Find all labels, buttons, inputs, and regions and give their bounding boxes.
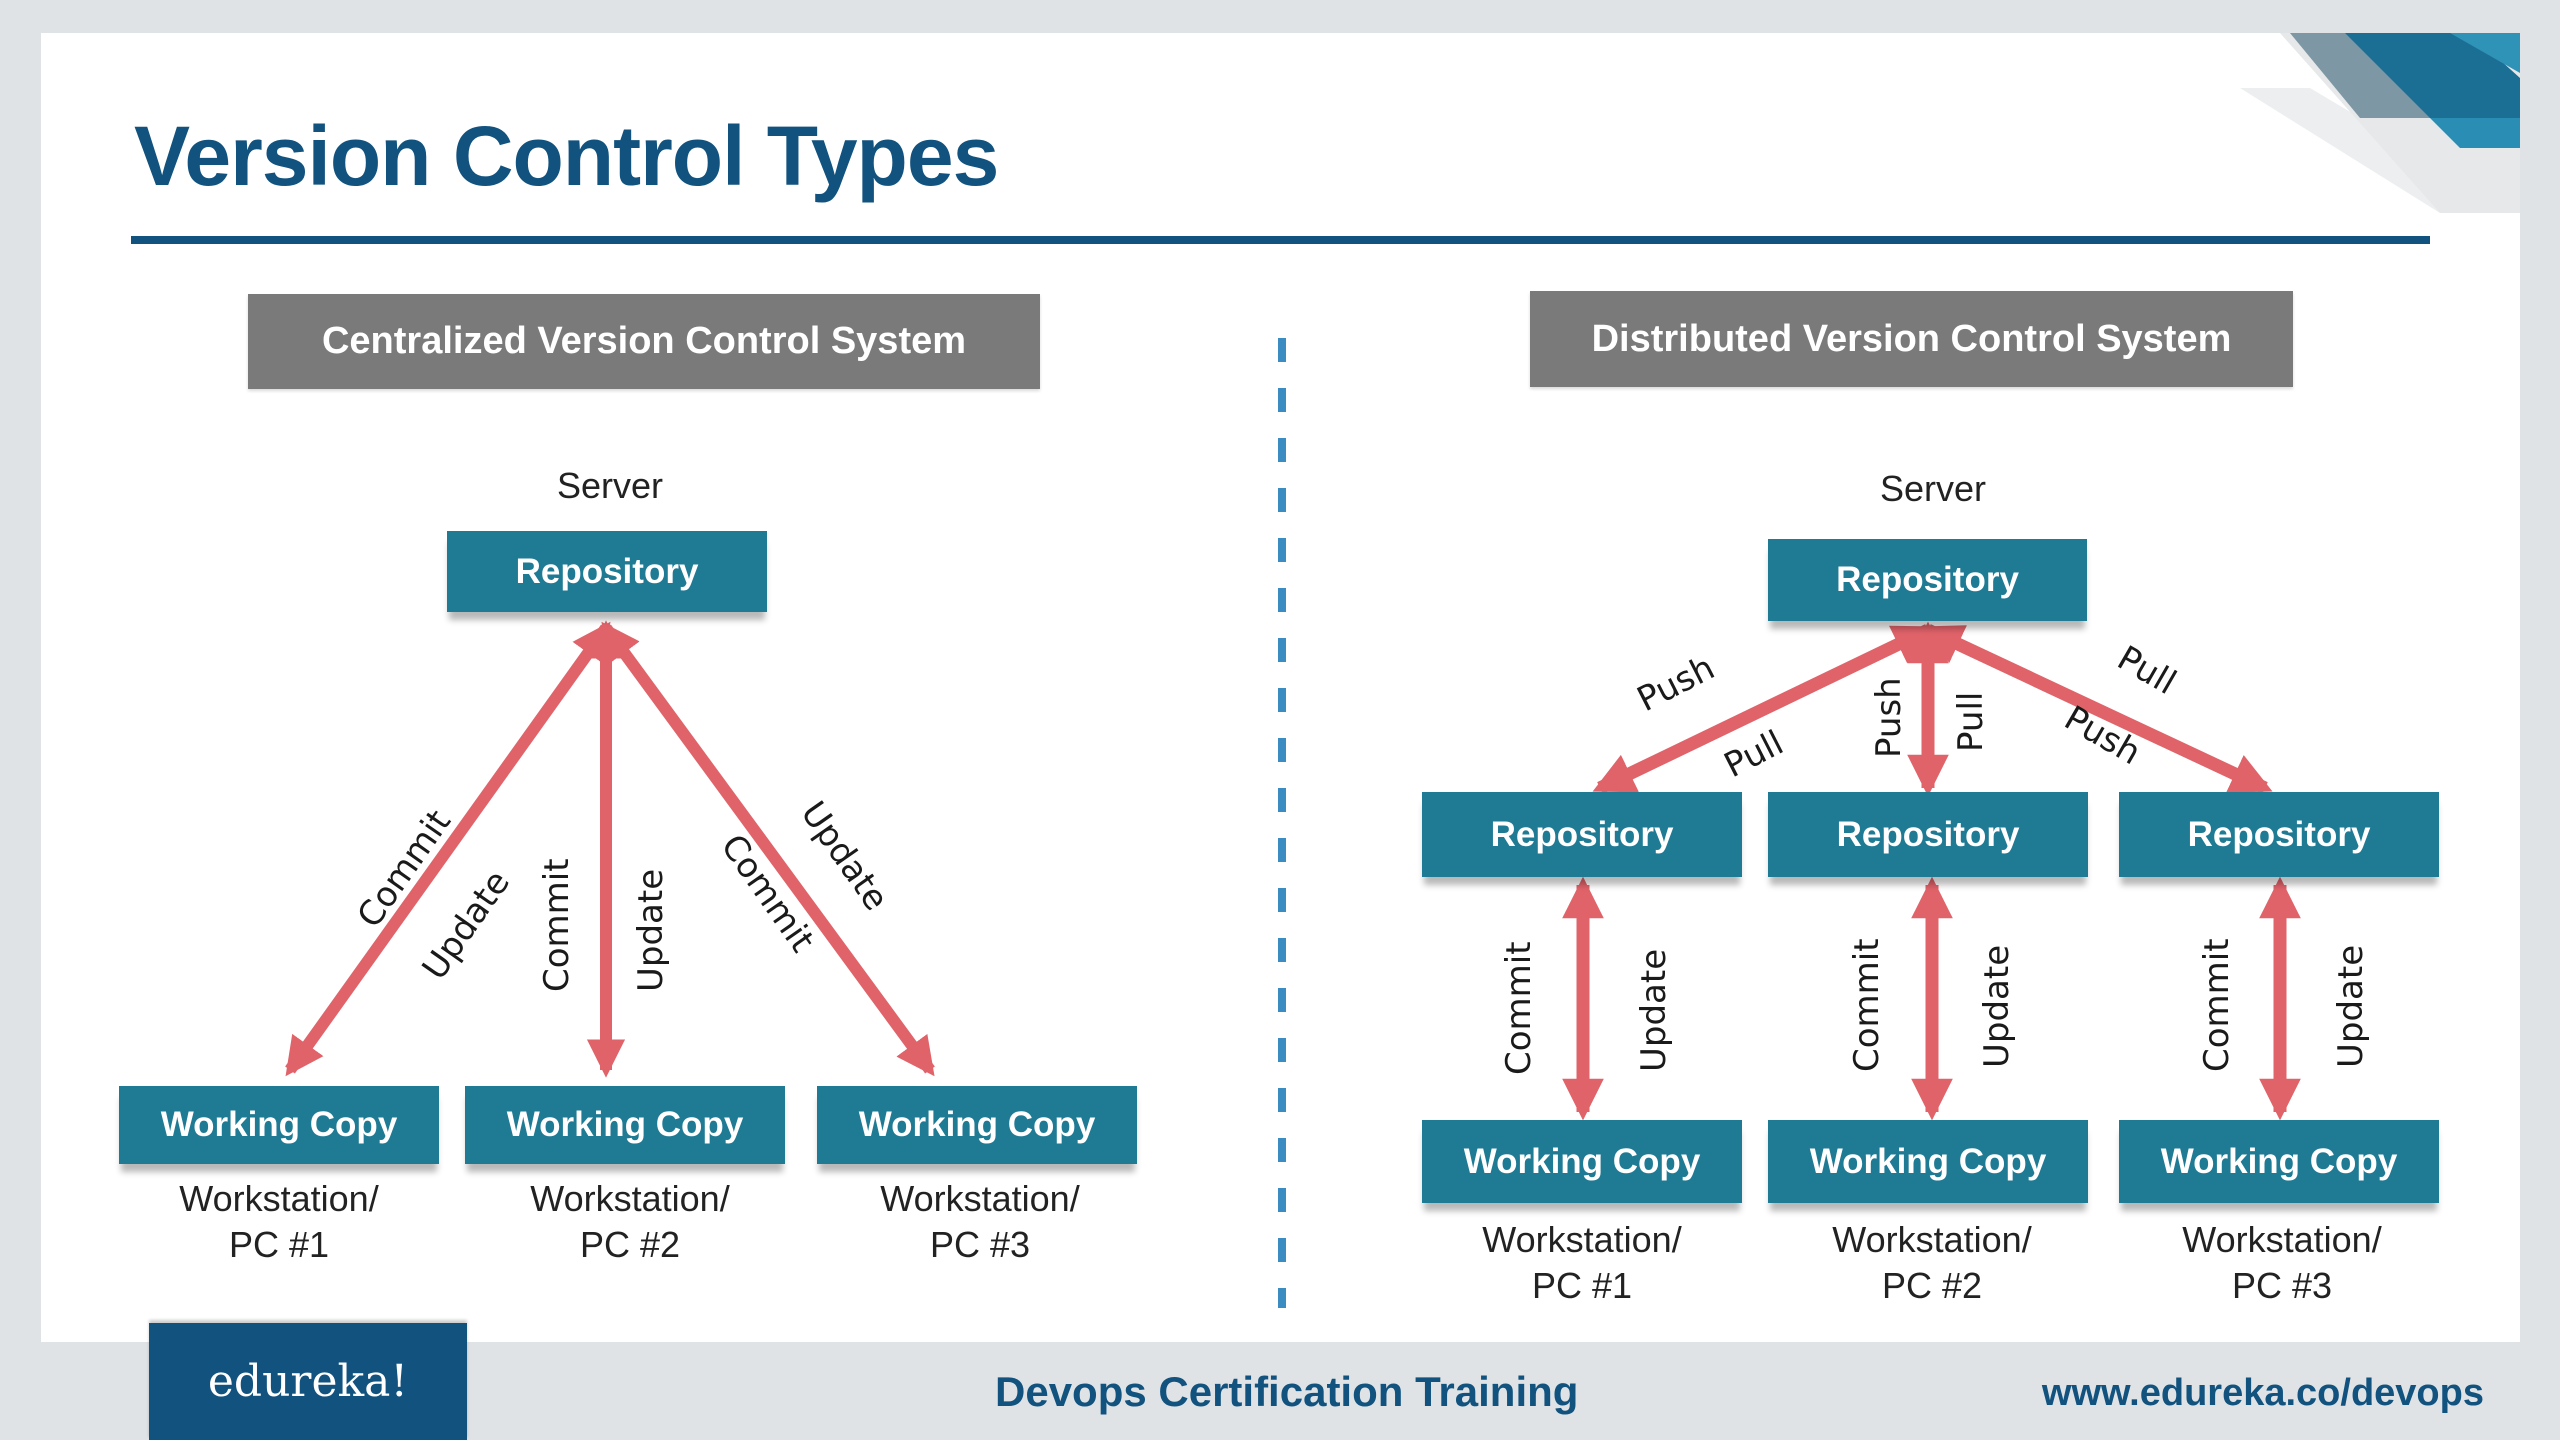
title-underline	[131, 236, 2430, 244]
central-working-copy-2: Working Copy	[465, 1086, 785, 1164]
central-working-copy-1: Working Copy	[119, 1086, 439, 1164]
central-workstation-2: Workstation/ PC #2	[470, 1176, 790, 1268]
dist-working-copy-1: Working Copy	[1422, 1120, 1742, 1203]
dist-ws2-line2: PC #2	[1881, 1265, 1983, 1306]
central-ws1-line2: PC #1	[228, 1224, 330, 1265]
corner-decoration	[2240, 33, 2520, 213]
section-divider	[1278, 338, 1286, 1308]
dist-working-copy-2: Working Copy	[1768, 1120, 2088, 1203]
dist-working-copy-3: Working Copy	[2119, 1120, 2439, 1203]
central-server-label: Server	[556, 465, 664, 506]
central-ws1-line1: Workstation/	[179, 1178, 379, 1219]
dist-repository-2: Repository	[1768, 792, 2088, 877]
dist-ws2-line1: Workstation/	[1832, 1219, 2032, 1260]
centralized-header: Centralized Version Control System	[248, 294, 1040, 389]
footer-url-link[interactable]: www.edureka.co/devops	[2042, 1372, 2484, 1415]
distributed-header: Distributed Version Control System	[1530, 291, 2293, 387]
dist-workstation-2: Workstation/ PC #2	[1772, 1217, 2092, 1309]
dist-ws3-line2: PC #3	[2231, 1265, 2333, 1306]
central-ws3-line1: Workstation/	[880, 1178, 1080, 1219]
central-ws2-line2: PC #2	[579, 1224, 681, 1265]
dist-server-label: Server	[1879, 468, 1987, 509]
central-ws2-line1: Workstation/	[530, 1178, 730, 1219]
central-ws3-line2: PC #3	[929, 1224, 1031, 1265]
dist-server-repository: Repository	[1768, 539, 2087, 621]
central-workstation-3: Workstation/ PC #3	[820, 1176, 1140, 1268]
footer-course-title: Devops Certification Training	[995, 1368, 1579, 1415]
dist-ws1-line2: PC #1	[1531, 1265, 1633, 1306]
slide-title: Version Control Types	[134, 109, 999, 203]
dist-ws1-line1: Workstation/	[1482, 1219, 1682, 1260]
dist-repository-1: Repository	[1422, 792, 1742, 877]
dist-ws3-line1: Workstation/	[2182, 1219, 2382, 1260]
dist-workstation-1: Workstation/ PC #1	[1422, 1217, 1742, 1309]
dist-workstation-3: Workstation/ PC #3	[2122, 1217, 2442, 1309]
dist-repository-3: Repository	[2119, 792, 2439, 877]
central-workstation-1: Workstation/ PC #1	[119, 1176, 439, 1268]
central-server-repository: Repository	[447, 531, 767, 612]
central-working-copy-3: Working Copy	[817, 1086, 1137, 1164]
edureka-logo: edureka!	[149, 1323, 467, 1440]
